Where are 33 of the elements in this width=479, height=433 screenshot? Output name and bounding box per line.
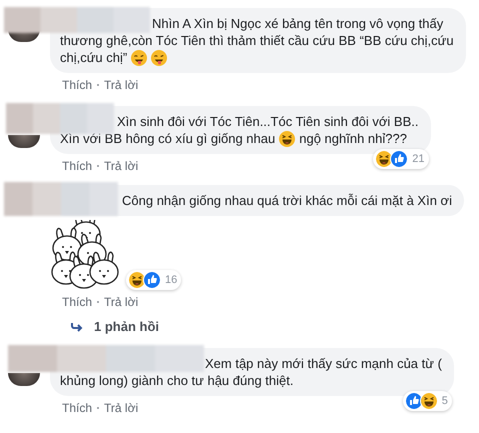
comment-text: khủng long) giành cho tư hậu đúng thiệt. [60, 372, 294, 389]
laughing-face-icon [420, 392, 438, 410]
like-link[interactable]: Thích [62, 159, 92, 173]
tongue-face-icon [131, 50, 148, 66]
comment-text: thương ghê,còn Tóc Tiên thì thảm thiết cầu cứu BB “BB cứu chị,cứu [60, 32, 454, 49]
reaction-badge[interactable]: 5 [402, 391, 452, 411]
like-link[interactable]: Thích [62, 401, 92, 415]
avatar[interactable] [8, 135, 40, 148]
laughing-face-icon [128, 271, 146, 289]
comment-text: ngộ nghĩnh nhỉ??? [299, 130, 407, 147]
reply-link[interactable]: Trả lời [104, 295, 138, 309]
comment-text: Công nhận giống nhau quá trời khác mỗi cái mặt à Xìn ơi [122, 192, 452, 209]
comment-text: Xìn sinh đôi với Tóc Tiên...Tóc Tiên sinh đôi với BB.. [117, 113, 419, 130]
like-link[interactable]: Thích [62, 78, 92, 92]
comment-text: chị,cứu chị” [60, 49, 128, 66]
reply-link[interactable]: Trả lời [104, 401, 138, 415]
avatar[interactable] [8, 373, 40, 386]
like-icon [143, 271, 161, 289]
comment-text: Xìn với BB hông có xíu gì giống nhau [60, 130, 276, 147]
laughing-face-icon [375, 150, 394, 168]
reaction-badge[interactable]: 21 [373, 149, 429, 169]
like-icon [390, 150, 408, 168]
laughing-face-icon [279, 130, 296, 146]
tongue-face-icon [151, 50, 168, 66]
reply-link[interactable]: Trả lời [104, 159, 138, 173]
reply-link[interactable]: Trả lời [104, 78, 138, 92]
like-link[interactable]: Thích [62, 295, 92, 309]
replies-link[interactable]: 1 phản hồi [94, 319, 159, 334]
comment-text: Nhìn A Xìn bị Ngọc xé bảng tên trong vô vọng thấy [152, 15, 444, 32]
comment-text: Xem tập này mới thấy sức mạnh của từ ( [205, 355, 442, 372]
reply-arrow-icon [70, 322, 84, 332]
like-icon [404, 392, 423, 410]
reaction-badge[interactable]: 16 [126, 270, 182, 290]
